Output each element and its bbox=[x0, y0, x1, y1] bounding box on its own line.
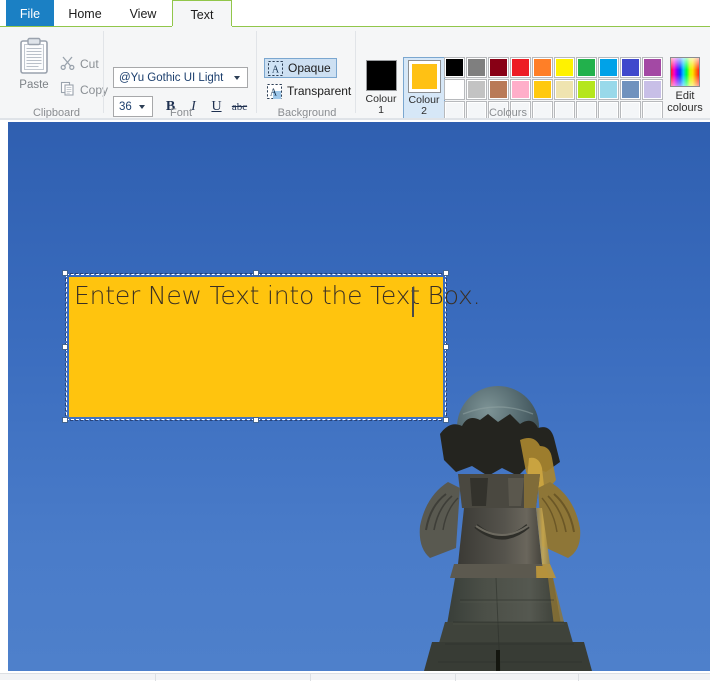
font-family-dropdown[interactable]: @Yu Gothic UI Light bbox=[113, 67, 248, 88]
text-box[interactable]: Enter New Text into the Text Box. bbox=[62, 270, 481, 423]
edit-colours-label-line1: Edit bbox=[675, 90, 695, 102]
palette-swatch-r1-c2[interactable] bbox=[466, 57, 487, 78]
colour-2-swatch bbox=[407, 60, 441, 93]
copy-pages-icon bbox=[60, 81, 75, 99]
ribbon-tabstrip: File Home View Text bbox=[0, 0, 710, 28]
resize-handle-top-left[interactable] bbox=[62, 270, 68, 276]
tab-view[interactable]: View bbox=[116, 0, 170, 27]
palette-swatch-fill bbox=[445, 80, 464, 99]
tab-text[interactable]: Text bbox=[172, 0, 232, 28]
cut-button[interactable]: Cut bbox=[60, 53, 116, 75]
palette-swatch-fill bbox=[621, 80, 640, 99]
palette-swatch-r1-c9[interactable] bbox=[620, 57, 641, 78]
palette-swatch-r1-c3[interactable] bbox=[488, 57, 509, 78]
palette-swatch-fill bbox=[643, 80, 662, 99]
palette-swatch-r1-c8[interactable] bbox=[598, 57, 619, 78]
scissors-icon bbox=[60, 55, 75, 73]
tab-home[interactable]: Home bbox=[58, 0, 112, 27]
palette-swatch-fill bbox=[489, 58, 508, 77]
edit-colours-button[interactable]: Edit colours bbox=[665, 57, 705, 123]
palette-swatch-fill bbox=[467, 80, 486, 99]
status-bar bbox=[0, 673, 710, 681]
palette-swatch-r2-c8[interactable] bbox=[598, 79, 619, 100]
palette-swatch-r2-c1[interactable] bbox=[444, 79, 465, 100]
tab-text-label: Text bbox=[190, 7, 214, 22]
pillar-slot bbox=[496, 650, 500, 671]
background-transparent-label: Transparent bbox=[287, 84, 352, 98]
rainbow-palette-icon bbox=[670, 57, 700, 87]
group-separator-background bbox=[355, 31, 356, 113]
palette-swatch-r2-c2[interactable] bbox=[466, 79, 487, 100]
edit-colours-label-line2: colours bbox=[667, 102, 703, 114]
palette-swatch-fill bbox=[511, 58, 530, 77]
background-transparent-button[interactable]: A Transparent bbox=[264, 81, 356, 101]
palette-swatch-fill bbox=[555, 80, 574, 99]
palette-swatch-r1-c7[interactable] bbox=[576, 57, 597, 78]
palette-swatch-fill bbox=[511, 80, 530, 99]
resize-handle-middle-left[interactable] bbox=[62, 344, 68, 350]
paste-button[interactable]: Paste bbox=[10, 32, 58, 108]
left-wing-bracket bbox=[419, 482, 460, 558]
cut-label: Cut bbox=[80, 57, 99, 71]
palette-swatch-r1-c5[interactable] bbox=[532, 57, 553, 78]
palette-swatch-fill bbox=[599, 58, 618, 77]
resize-handle-middle-right[interactable] bbox=[443, 344, 449, 350]
resize-handle-bottom-right[interactable] bbox=[443, 417, 449, 423]
background-opaque-button[interactable]: A Opaque bbox=[264, 58, 337, 78]
resize-handle-bottom-left[interactable] bbox=[62, 417, 68, 423]
text-box-content: Enter New Text into the Text Box. bbox=[74, 281, 481, 310]
palette-swatch-fill bbox=[599, 80, 618, 99]
tab-file[interactable]: File bbox=[6, 0, 54, 27]
palette-swatch-r2-c5[interactable] bbox=[532, 79, 553, 100]
palette-swatch-r1-c1[interactable] bbox=[444, 57, 465, 78]
group-separator-font bbox=[256, 31, 257, 113]
colour-1-swatch bbox=[365, 60, 397, 91]
palette-swatch-fill bbox=[577, 58, 596, 77]
tab-view-label: View bbox=[129, 6, 157, 21]
font-family-value: @Yu Gothic UI Light bbox=[119, 71, 224, 84]
palette-swatch-r2-c6[interactable] bbox=[554, 79, 575, 100]
resize-handle-top-right[interactable] bbox=[443, 270, 449, 276]
palette-swatch-fill bbox=[489, 80, 508, 99]
palette-swatch-fill bbox=[533, 58, 552, 77]
resize-handle-bottom-center[interactable] bbox=[253, 417, 259, 423]
ribbon: Paste Cut Copy Clipboard @Yu Gothic UI L… bbox=[0, 27, 710, 123]
palette-swatch-r2-c4[interactable] bbox=[510, 79, 531, 100]
palette-swatch-fill bbox=[467, 58, 486, 77]
text-opaque-icon: A bbox=[268, 60, 283, 76]
svg-text:A: A bbox=[272, 64, 280, 75]
palette-swatch-r1-c4[interactable] bbox=[510, 57, 531, 78]
copy-button[interactable]: Copy bbox=[60, 79, 116, 101]
palette-swatch-r2-c3[interactable] bbox=[488, 79, 509, 100]
svg-text:A: A bbox=[270, 87, 278, 98]
resize-handle-top-center[interactable] bbox=[253, 270, 259, 276]
palette-swatch-fill bbox=[555, 58, 574, 77]
palette-swatch-fill bbox=[643, 58, 662, 77]
tab-home-label: Home bbox=[68, 6, 102, 21]
text-cursor bbox=[412, 287, 414, 317]
paste-label: Paste bbox=[19, 79, 49, 91]
background-opaque-label: Opaque bbox=[288, 61, 331, 75]
palette-swatch-fill bbox=[577, 80, 596, 99]
chevron-down-icon bbox=[234, 75, 240, 80]
palette-swatch-r1-c10[interactable] bbox=[642, 57, 663, 78]
tab-file-label: File bbox=[19, 6, 41, 21]
clipboard-icon bbox=[19, 37, 49, 75]
canvas-area[interactable]: Enter New Text into the Text Box. bbox=[0, 120, 710, 673]
palette-swatch-r2-c9[interactable] bbox=[620, 79, 641, 100]
canvas-image[interactable]: Enter New Text into the Text Box. bbox=[8, 122, 710, 671]
palette-swatch-r2-c7[interactable] bbox=[576, 79, 597, 100]
palette-swatch-r2-c10[interactable] bbox=[642, 79, 663, 100]
palette-swatch-r1-c6[interactable] bbox=[554, 57, 575, 78]
palette-swatch-fill bbox=[621, 58, 640, 77]
palette-swatch-fill bbox=[533, 80, 552, 99]
group-separator-clipboard bbox=[103, 31, 104, 113]
text-transparent-icon: A bbox=[267, 83, 282, 99]
palette-swatch-fill bbox=[445, 58, 464, 77]
